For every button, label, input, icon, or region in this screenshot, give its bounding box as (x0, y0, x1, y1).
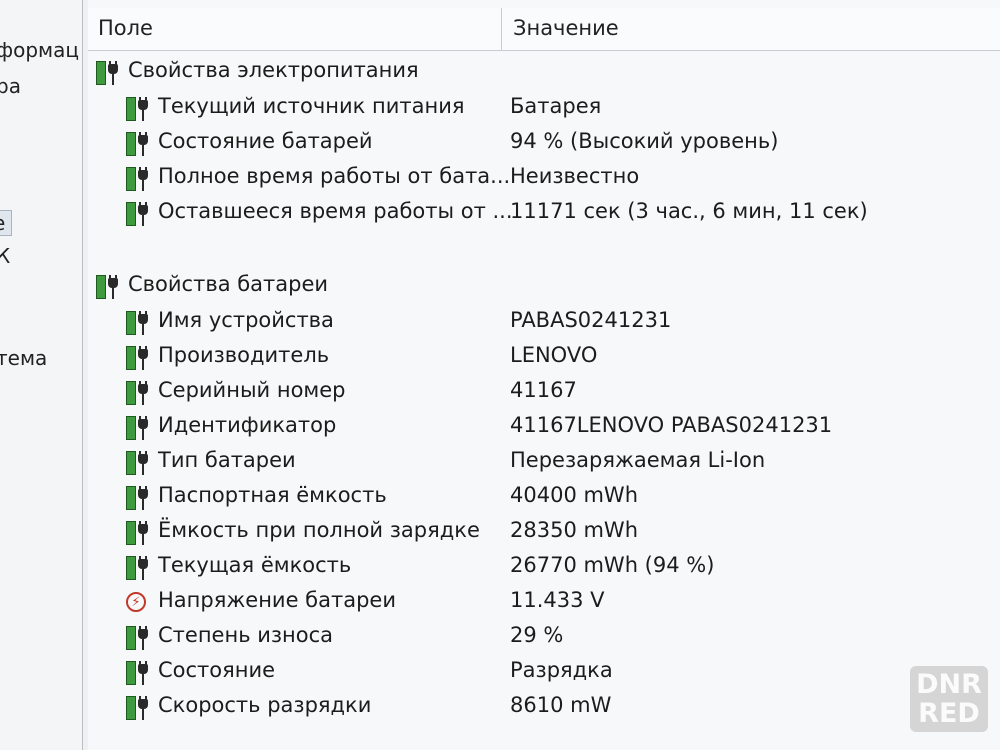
battery-plug-icon (126, 661, 152, 685)
property-row[interactable]: Скорость разрядки 8610 mW (88, 691, 1000, 725)
group-header-row[interactable]: Свойства батареи (88, 270, 1000, 304)
property-label: Оставшееся время работы от ... (158, 199, 513, 223)
nav-item[interactable]: тема (0, 346, 47, 370)
property-value: 94 % (Высокий уровень) (510, 129, 779, 153)
property-value: 11.433 V (510, 588, 605, 612)
property-label: Состояние батарей (158, 129, 373, 153)
property-row[interactable]: ⚡ Напряжение батареи 11.433 V (88, 586, 1000, 620)
property-row[interactable]: Производитель LENOVO (88, 341, 1000, 375)
nav-item-selected[interactable]: е (0, 210, 13, 236)
property-value: 11171 сек (3 час., 6 мин, 11 сек) (510, 199, 868, 223)
property-label: Имя устройства (158, 308, 334, 332)
watermark-line: DNR (916, 669, 982, 700)
battery-plug-icon (126, 626, 152, 650)
battery-plug-icon (126, 97, 152, 121)
voltage-icon: ⚡ (126, 591, 152, 615)
property-value: 26770 mWh (94 %) (510, 553, 715, 577)
battery-plug-icon (126, 202, 152, 226)
property-value: Перезаряжаемая Li-Ion (510, 448, 766, 472)
navigation-tree-pane[interactable]: формац ра е К тема (0, 0, 83, 750)
watermark-logo: DNR RED (910, 666, 988, 732)
nav-item[interactable]: К (0, 244, 10, 268)
property-label: Производитель (158, 343, 330, 367)
battery-plug-icon (96, 61, 122, 85)
property-row[interactable]: Ёмкость при полной зарядке 28350 mWh (88, 516, 1000, 550)
property-row[interactable]: Текущая ёмкость 26770 mWh (94 %) (88, 551, 1000, 585)
battery-plug-icon (126, 486, 152, 510)
property-row[interactable]: Серийный номер 41167 (88, 376, 1000, 410)
property-label: Ёмкость при полной зарядке (158, 518, 480, 542)
property-value: Неизвестно (510, 164, 640, 188)
group-title: Свойства батареи (128, 272, 329, 296)
property-label: Скорость разрядки (158, 693, 372, 717)
property-value: 28350 mWh (510, 518, 639, 542)
group-header-row[interactable]: Свойства электропитания (88, 56, 1000, 90)
battery-plug-icon (126, 381, 152, 405)
property-row[interactable]: Оставшееся время работы от ... 11171 сек … (88, 197, 1000, 231)
property-row[interactable]: Состояние Разрядка (88, 656, 1000, 690)
property-label: Полное время работы от бата... (158, 164, 511, 188)
property-label: Текущий источник питания (158, 94, 465, 118)
property-label: Напряжение батареи (158, 588, 396, 612)
property-label: Текущая ёмкость (158, 553, 352, 577)
battery-plug-icon (126, 696, 152, 720)
list-header: Поле Значение (88, 8, 1000, 51)
property-row[interactable]: Состояние батарей 94 % (Высокий уровень) (88, 127, 1000, 161)
property-value: 41167 (510, 378, 577, 402)
property-label: Степень износа (158, 623, 334, 647)
property-row[interactable]: Тип батареи Перезаряжаемая Li-Ion (88, 446, 1000, 480)
property-value: Разрядка (510, 658, 613, 682)
battery-plug-icon (126, 521, 152, 545)
battery-plug-icon (126, 416, 152, 440)
property-row[interactable]: Имя устройства PABAS0241231 (88, 306, 1000, 340)
property-value: 40400 mWh (510, 483, 639, 507)
property-value: LENOVO (510, 343, 598, 367)
battery-plug-icon (126, 556, 152, 580)
property-value: 29 % (510, 623, 564, 647)
property-value: 41167LENOVO PABAS0241231 (510, 413, 833, 437)
property-value: Батарея (510, 94, 602, 118)
column-divider[interactable] (501, 8, 502, 50)
property-row[interactable]: Паспортная ёмкость 40400 mWh (88, 481, 1000, 515)
property-label: Серийный номер (158, 378, 346, 402)
column-header-field[interactable]: Поле (98, 16, 153, 40)
battery-plug-icon (126, 311, 152, 335)
battery-plug-icon (126, 167, 152, 191)
battery-plug-icon (96, 275, 122, 299)
property-label: Тип батареи (158, 448, 296, 472)
battery-plug-icon (126, 132, 152, 156)
nav-item[interactable]: формац (0, 38, 79, 62)
nav-item[interactable]: ра (0, 74, 21, 98)
property-value: 8610 mW (510, 693, 612, 717)
property-row[interactable]: Идентификатор 41167LENOVO PABAS0241231 (88, 411, 1000, 445)
property-row[interactable]: Степень износа 29 % (88, 621, 1000, 655)
watermark-line: RED (918, 698, 980, 729)
property-label: Паспортная ёмкость (158, 483, 387, 507)
properties-list[interactable]: Поле Значение Свойства электропитания Тек… (88, 0, 1000, 750)
property-value: PABAS0241231 (510, 308, 672, 332)
property-label: Идентификатор (158, 413, 337, 437)
battery-plug-icon (126, 346, 152, 370)
property-label: Состояние (158, 658, 276, 682)
property-row[interactable]: Полное время работы от бата... Неизвестно (88, 162, 1000, 196)
column-header-value[interactable]: Значение (513, 16, 619, 40)
property-row[interactable]: Текущий источник питания Батарея (88, 92, 1000, 126)
group-title: Свойства электропитания (128, 58, 419, 82)
battery-plug-icon (126, 451, 152, 475)
